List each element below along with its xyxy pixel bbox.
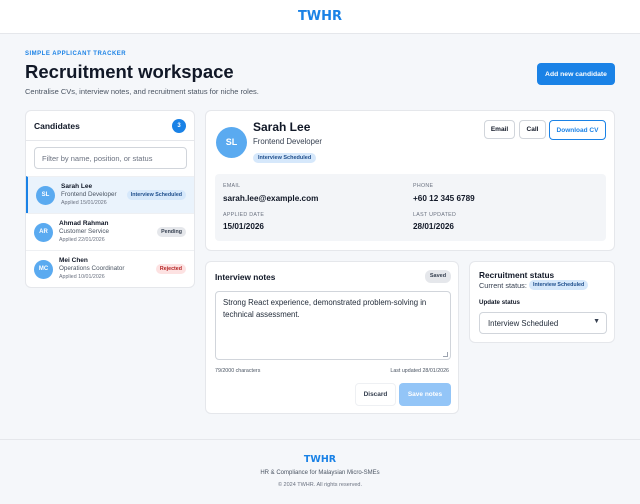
applied-date-label: APPLIED DATE xyxy=(223,212,265,218)
phone-value[interactable]: +60 12 345 6789 xyxy=(413,194,475,203)
profile-name: Sarah Lee xyxy=(253,120,311,134)
avatar: SL xyxy=(36,186,55,205)
candidates-title: Candidates xyxy=(34,121,80,131)
character-count: 79/2000 characters xyxy=(215,368,261,374)
divider xyxy=(26,140,194,141)
candidate-count-badge: 3 xyxy=(172,119,186,133)
footer-copyright: © 2024 TWHR. All rights reserved. xyxy=(277,482,363,488)
interview-notes-panel: Interview notes Saved Strong React exper… xyxy=(205,261,459,414)
status-select-value: Interview Scheduled xyxy=(488,319,559,328)
profile-avatar: SL xyxy=(216,127,247,158)
candidate-applied-date: Applied 15/01/2026 xyxy=(61,200,107,206)
notes-last-updated: Last updated 28/01/2026 xyxy=(390,368,449,374)
footer-tagline: HR & Compliance for Malaysian Micro-SMEs xyxy=(260,470,380,476)
avatar: MC xyxy=(34,260,53,279)
status-title: Recruitment status xyxy=(479,270,555,280)
status-badge: Rejected xyxy=(155,264,186,274)
notes-text: Strong React experience, demonstrated pr… xyxy=(223,298,427,320)
phone-label: PHONE xyxy=(413,183,434,189)
profile-status-badge: Interview Scheduled xyxy=(253,153,317,163)
save-notes-button[interactable]: Save notes xyxy=(399,383,451,406)
status-select[interactable]: Interview Scheduled ▼ xyxy=(479,312,607,334)
call-button[interactable]: Call xyxy=(519,120,546,139)
discard-button[interactable]: Discard xyxy=(355,383,396,406)
chevron-down-icon: ▼ xyxy=(593,318,600,325)
candidate-name: Mei Chen xyxy=(59,257,88,264)
email-button[interactable]: Email xyxy=(484,120,515,139)
add-candidate-button[interactable]: Add new candidate xyxy=(537,63,615,85)
footer-brand: TWHR xyxy=(303,454,337,465)
contact-info-box: EMAIL sarah.lee@example.com PHONE +60 12… xyxy=(215,174,606,241)
resize-handle-icon[interactable] xyxy=(443,352,448,357)
last-updated-value: 28/01/2026 xyxy=(413,222,454,231)
candidate-role: Operations Coordinator xyxy=(59,265,125,272)
current-status-label: Current status: xyxy=(479,281,527,290)
saved-badge: Saved xyxy=(425,270,451,283)
profile-role: Frontend Developer xyxy=(253,137,322,146)
recruitment-status-panel: Recruitment status Current status: Inter… xyxy=(469,261,615,343)
status-badge: Interview Scheduled xyxy=(126,190,186,200)
page-title: Recruitment workspace xyxy=(25,61,234,82)
page-subtitle: Centralise CVs, interview notes, and rec… xyxy=(25,87,259,96)
current-status-badge: Interview Scheduled xyxy=(529,280,589,290)
top-bar: TWHR xyxy=(0,0,640,34)
candidate-profile-panel: SL Sarah Lee Frontend Developer Intervie… xyxy=(205,110,615,251)
candidate-role: Customer Service xyxy=(59,228,110,235)
candidate-name: Ahmad Rahman xyxy=(59,220,109,227)
candidate-applied-date: Applied 10/01/2026 xyxy=(59,274,105,280)
email-label: EMAIL xyxy=(223,183,241,189)
candidates-panel: Candidates 3 SL Sarah Lee Frontend Devel… xyxy=(25,110,195,288)
footer: TWHR HR & Compliance for Malaysian Micro… xyxy=(0,439,640,504)
candidate-filter-input[interactable] xyxy=(34,147,187,169)
notes-textarea[interactable]: Strong React experience, demonstrated pr… xyxy=(215,291,451,360)
notes-title: Interview notes xyxy=(215,272,276,282)
brand-logo[interactable]: TWHR xyxy=(298,9,342,24)
candidate-item-mei-chen[interactable]: MC Mei Chen Operations Coordinator Appli… xyxy=(26,250,194,287)
applied-date-value: 15/01/2026 xyxy=(223,222,264,231)
candidate-item-ahmad-rahman[interactable]: AR Ahmad Rahman Customer Service Applied… xyxy=(26,213,194,250)
candidate-applied-date: Applied 22/01/2026 xyxy=(59,237,105,243)
avatar: AR xyxy=(34,223,53,242)
download-cv-button[interactable]: Download CV xyxy=(549,120,606,140)
candidate-name: Sarah Lee xyxy=(61,183,93,190)
email-value[interactable]: sarah.lee@example.com xyxy=(223,194,318,203)
candidate-item-sarah-lee[interactable]: SL Sarah Lee Frontend Developer Applied … xyxy=(26,176,194,213)
last-updated-label: LAST UPDATED xyxy=(413,212,457,218)
update-status-label: Update status xyxy=(479,299,520,306)
page-eyebrow: SIMPLE APPLICANT TRACKER xyxy=(25,51,127,57)
candidate-role: Frontend Developer xyxy=(61,191,117,198)
candidate-list: SL Sarah Lee Frontend Developer Applied … xyxy=(26,176,194,287)
status-badge: Pending xyxy=(157,227,186,237)
